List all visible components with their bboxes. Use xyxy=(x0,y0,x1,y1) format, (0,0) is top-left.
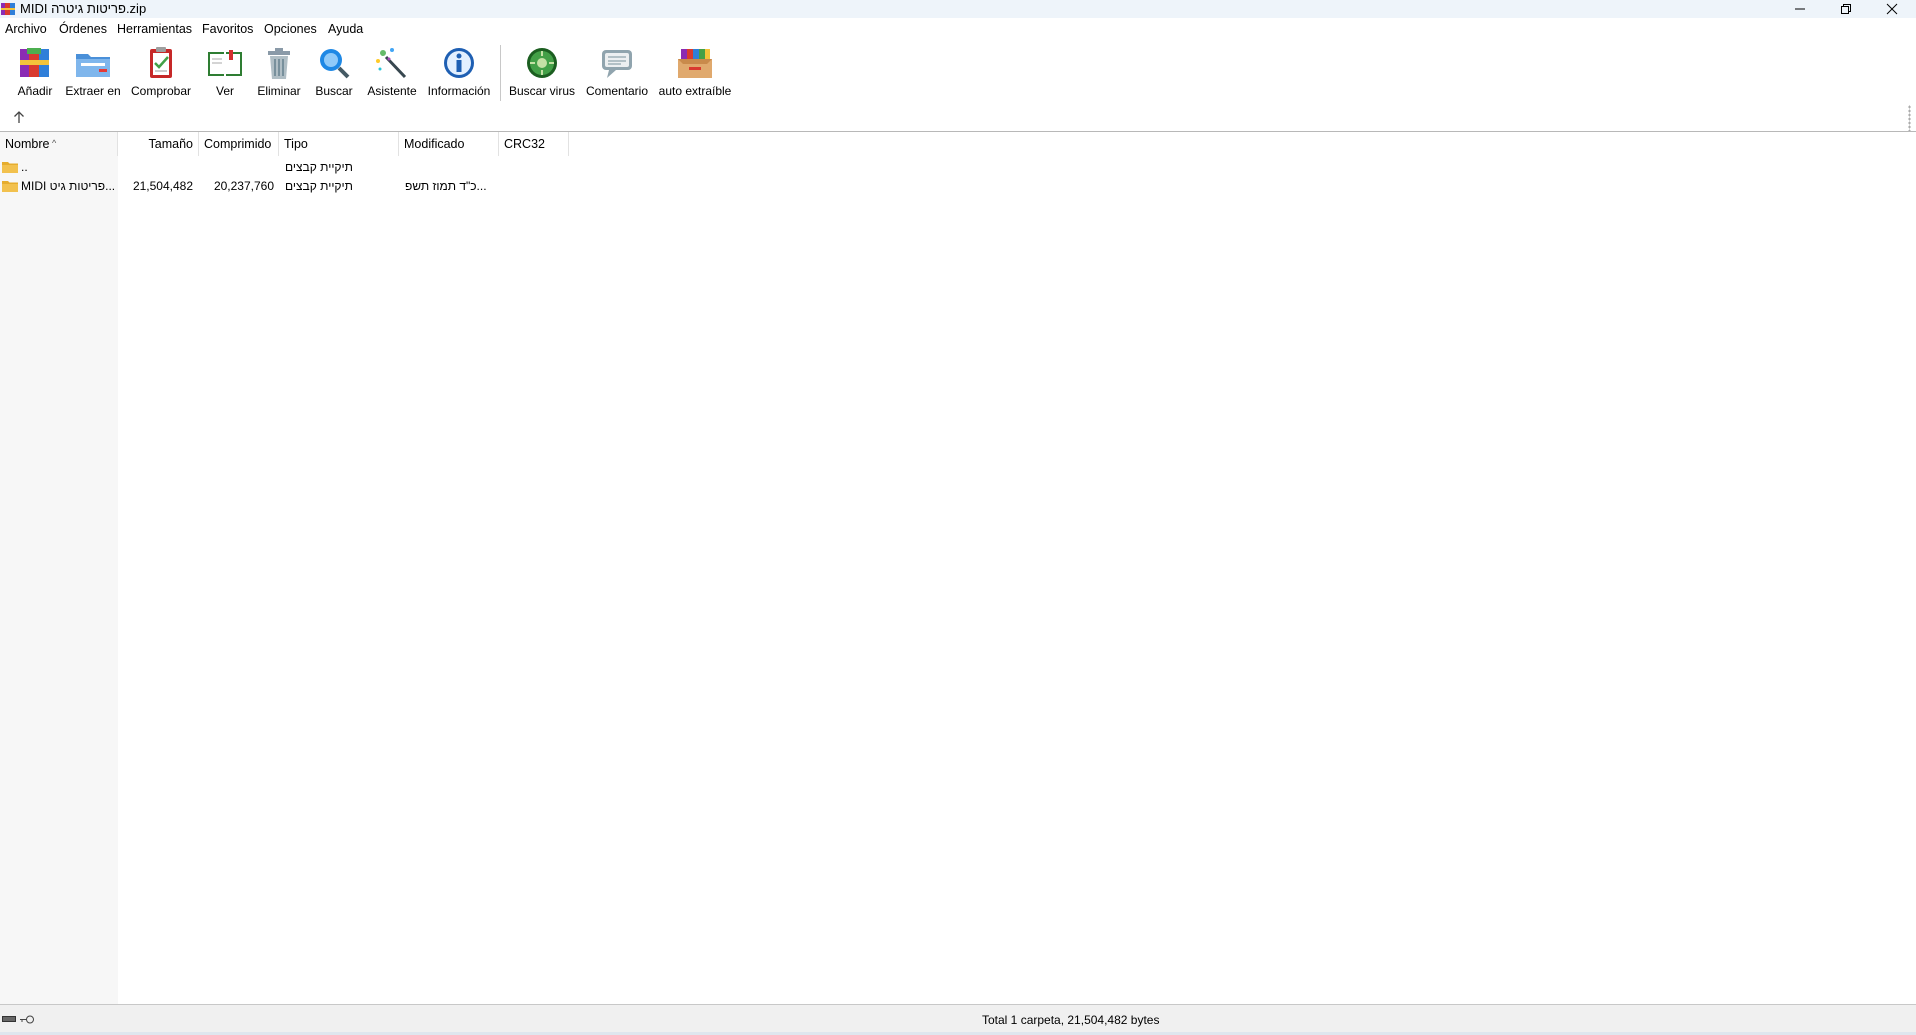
row-packed xyxy=(199,158,274,176)
restore-icon xyxy=(1841,4,1851,14)
column-packed-header[interactable]: Comprimido xyxy=(199,132,279,156)
view-book-icon xyxy=(208,50,242,76)
column-name-label: Nombre xyxy=(5,137,50,151)
name-column-background xyxy=(0,132,118,1004)
menu-opciones[interactable]: Opciones xyxy=(264,22,317,36)
column-name-header[interactable]: ^ Nombre xyxy=(0,132,118,156)
trash-icon xyxy=(268,48,290,79)
key-icon[interactable] xyxy=(19,1015,35,1024)
extract-label: Extraer en xyxy=(65,84,121,98)
magnifier-icon xyxy=(320,49,350,79)
restore-button[interactable] xyxy=(1823,0,1869,18)
minimize-button[interactable] xyxy=(1777,0,1823,18)
row-size xyxy=(118,158,193,176)
menu-herramientas[interactable]: Herramientas xyxy=(117,22,192,36)
info-button[interactable]: Información xyxy=(424,45,494,101)
toolbar-grip[interactable] xyxy=(1908,105,1911,131)
toolbar-separator xyxy=(500,45,501,101)
menu-archivo[interactable]: Archivo xyxy=(5,22,47,36)
extract-folder-icon xyxy=(76,54,110,77)
row-name: .. xyxy=(21,160,28,174)
wizard-label: Asistente xyxy=(367,84,417,98)
path-bar xyxy=(0,105,1916,131)
folder-icon xyxy=(2,162,18,173)
test-clipboard-icon xyxy=(150,47,172,78)
add-archive-icon xyxy=(20,48,49,77)
menu-ayuda[interactable]: Ayuda xyxy=(328,22,363,36)
up-arrow-icon[interactable] xyxy=(10,108,28,126)
find-label: Buscar xyxy=(315,84,353,98)
row-size: 21,504,482 xyxy=(132,179,193,193)
column-header: ^ Nombre Tamaño Comprimido Tipo Modifica… xyxy=(0,132,570,156)
row-type: תיקיית קבצים xyxy=(285,179,353,193)
sfx-label: auto extraíble xyxy=(658,84,732,98)
row-type: תיקיית קבצים xyxy=(285,160,353,174)
column-type-header[interactable]: Tipo xyxy=(279,132,399,156)
file-list[interactable]: ^ Nombre Tamaño Comprimido Tipo Modifica… xyxy=(0,132,1916,1004)
column-crc-header[interactable]: CRC32 xyxy=(499,132,569,156)
sort-ascending-icon: ^ xyxy=(52,138,57,148)
status-summary: Total 1 carpeta, 21,504,482 bytes xyxy=(982,1013,1160,1027)
test-label: Comprobar xyxy=(130,84,192,98)
virus-scan-button[interactable]: Buscar virus xyxy=(508,45,576,101)
view-label: Ver xyxy=(215,84,234,98)
column-modified-header[interactable]: Modificado xyxy=(399,132,499,156)
winrar-app-icon[interactable] xyxy=(1,2,15,16)
view-button[interactable]: Ver xyxy=(202,45,248,101)
toolbar: Añadir Extraer en Comprobar Ver Eliminar… xyxy=(0,41,1916,103)
info-label: Información xyxy=(427,84,491,98)
folder-icon xyxy=(2,181,18,192)
sfx-box-icon xyxy=(678,49,712,78)
column-packed-label: Comprimido xyxy=(204,137,272,151)
row-crc xyxy=(505,158,565,176)
minimize-icon xyxy=(1795,8,1805,10)
row-packed: 20,237,760 xyxy=(213,179,274,193)
add-label: Añadir xyxy=(17,84,53,98)
comment-label: Comentario xyxy=(585,84,649,98)
comment-button[interactable]: Comentario xyxy=(584,45,650,101)
find-button[interactable]: Buscar xyxy=(312,45,356,101)
title-bar: MIDI פריטות גיטרה.zip xyxy=(0,0,1916,18)
close-button[interactable] xyxy=(1869,0,1915,18)
menu-ordenes[interactable]: Órdenes xyxy=(59,22,107,36)
test-button[interactable]: Comprobar xyxy=(130,45,192,101)
column-type-label: Tipo xyxy=(284,137,308,151)
table-row-folder[interactable]: MIDI פריטות גיט... 21,504,482 20,237,760… xyxy=(0,177,570,195)
delete-button[interactable]: Eliminar xyxy=(256,45,302,101)
wizard-wand-icon xyxy=(376,48,407,79)
drive-icon[interactable] xyxy=(2,1015,16,1023)
comment-icon xyxy=(602,50,632,78)
sfx-button[interactable]: auto extraíble xyxy=(658,45,732,101)
column-size-label: Tamaño xyxy=(148,137,193,151)
row-modified xyxy=(405,158,495,176)
row-name: MIDI פריטות גיט... xyxy=(21,179,116,193)
virus-scan-icon xyxy=(527,48,557,78)
extract-button[interactable]: Extraer en xyxy=(65,45,121,101)
table-row-parent[interactable]: .. תיקיית קבצים xyxy=(0,158,570,176)
delete-label: Eliminar xyxy=(257,84,301,98)
wizard-button[interactable]: Asistente xyxy=(366,45,418,101)
status-bar: Total 1 carpeta, 21,504,482 bytes xyxy=(0,1004,1916,1032)
add-button[interactable]: Añadir xyxy=(12,45,58,101)
column-size-header[interactable]: Tamaño xyxy=(118,132,199,156)
column-crc-label: CRC32 xyxy=(504,137,545,151)
info-icon xyxy=(444,48,474,78)
column-modified-label: Modificado xyxy=(404,137,465,151)
window-title: MIDI פריטות גיטרה.zip xyxy=(20,1,147,16)
virus-scan-label: Buscar virus xyxy=(508,84,576,98)
menu-favoritos[interactable]: Favoritos xyxy=(202,22,253,36)
row-crc xyxy=(505,177,565,195)
menu-bar: Archivo Órdenes Herramientas Favoritos O… xyxy=(0,19,1916,39)
close-icon xyxy=(1886,3,1898,15)
row-modified: כ"ד תמוז תשפ... xyxy=(405,179,487,193)
